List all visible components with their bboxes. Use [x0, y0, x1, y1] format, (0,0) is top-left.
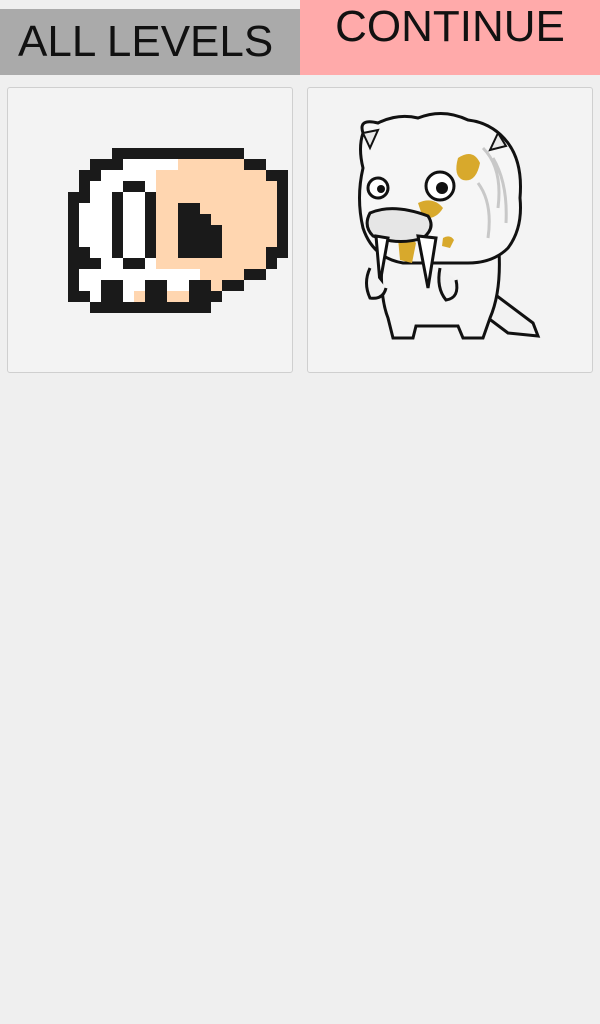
continue-button[interactable]: CONTINUE — [300, 0, 600, 75]
level-card-skull[interactable] — [7, 87, 293, 373]
pixel-skull-icon — [68, 148, 288, 313]
level-card-walrus[interactable] — [307, 87, 593, 373]
white-walrus-monster-icon — [358, 112, 541, 340]
top-bar: ALL LEVELS CONTINUE — [0, 0, 600, 76]
all-levels-button[interactable]: ALL LEVELS — [0, 9, 300, 75]
